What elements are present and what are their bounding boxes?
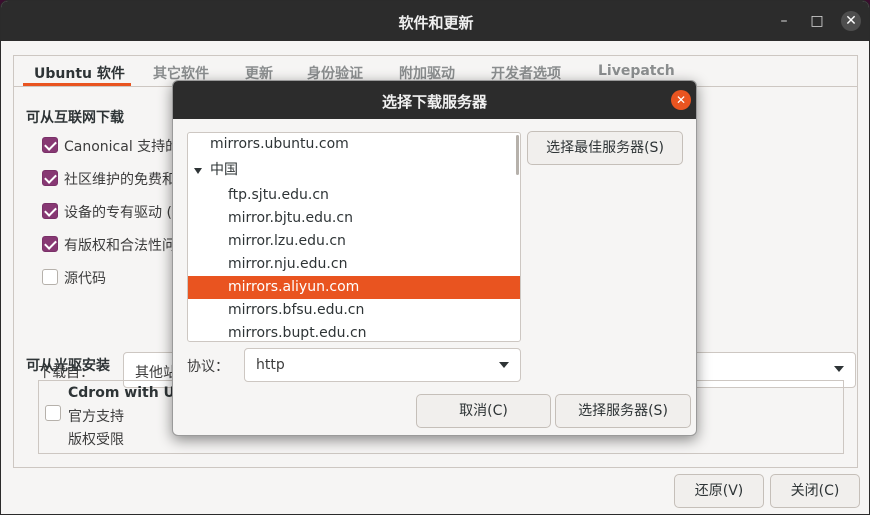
server-label: mirror.bjtu.edu.cn [228,210,353,226]
option-label: 社区维护的免费和 [64,172,176,188]
tab-livepatch[interactable]: Livepatch [598,63,675,79]
close-icon[interactable]: ✕ [671,90,691,110]
option-label: 源代码 [64,271,106,287]
server-label: mirrors.bfsu.edu.cn [228,302,365,318]
checkbox[interactable] [42,203,58,219]
protocol-label: 协议： [187,359,229,375]
list-item[interactable]: mirror.lzu.edu.cn [188,230,520,253]
list-item[interactable]: mirrors.ubuntu.com [188,133,520,156]
internet-heading: 可从互联网下载 [26,110,124,126]
server-label: mirror.nju.edu.cn [228,256,348,272]
revert-button[interactable]: 还原(V) [674,474,764,508]
list-item-selected[interactable]: mirrors.aliyun.com [188,276,520,299]
checkbox[interactable] [42,236,58,252]
server-list[interactable]: mirrors.ubuntu.com 中国 ftp.sjtu.edu.cn mi… [187,132,521,342]
cdrom-line-restricted: 版权受限 [68,432,124,448]
cancel-button[interactable]: 取消(C) [416,394,551,428]
server-label: ftp.sjtu.edu.cn [228,187,329,203]
protocol-value: http [256,357,285,373]
active-tab-indicator [23,83,131,86]
dialog-titlebar[interactable]: 选择下载服务器 ✕ [173,81,696,119]
choose-server-button[interactable]: 选择服务器(S) [555,394,691,428]
server-label: mirrors.aliyun.com [228,279,360,295]
list-item[interactable]: mirrors.bfsu.edu.cn [188,299,520,322]
chevron-down-icon [499,362,509,368]
server-label: mirrors.ubuntu.com [210,136,349,152]
protocol-select[interactable]: http [244,348,521,382]
checkbox[interactable] [42,137,58,153]
minimize-icon[interactable]: – [774,11,794,31]
cdrom-line-official: 官方支持 [68,409,124,425]
window-titlebar[interactable]: 软件和更新 – □ ✕ [1,1,869,41]
group-label: 中国 [210,162,238,178]
tab-ubuntu-software[interactable]: Ubuntu 软件 [34,63,125,83]
scrollbar[interactable] [516,135,519,175]
choose-server-dialog: 选择下载服务器 ✕ mirrors.ubuntu.com 中国 ftp.sjtu… [172,80,697,436]
option-label: 设备的专有驱动 ( [64,205,172,221]
expander-icon[interactable] [194,168,202,174]
close-button[interactable]: 关闭(C) [770,474,860,508]
dialog-title: 选择下载服务器 [381,93,487,111]
server-label: mirror.lzu.edu.cn [228,233,346,249]
select-best-server-button[interactable]: 选择最佳服务器(S) [527,131,683,165]
list-item[interactable]: ftp.sjtu.edu.cn [188,184,520,207]
window-title: 软件和更新 [398,14,474,32]
list-item[interactable]: mirrors.bupt.edu.cn [188,322,520,341]
maximize-icon[interactable]: □ [807,11,827,31]
server-label: mirrors.bupt.edu.cn [228,325,367,341]
chevron-down-icon [834,366,844,372]
list-item-group[interactable]: 中国 [188,159,520,182]
list-item[interactable]: mirror.nju.edu.cn [188,253,520,276]
cdrom-heading: 可从光驱安装 [26,358,110,374]
option-label: Canonical 支持的 [64,139,180,155]
close-icon[interactable]: ✕ [841,11,861,31]
option-label: 有版权和合法性问 [64,238,176,254]
cdrom-checkbox[interactable] [45,405,61,421]
checkbox[interactable] [42,170,58,186]
list-item[interactable]: mirror.bjtu.edu.cn [188,207,520,230]
checkbox[interactable] [42,269,58,285]
